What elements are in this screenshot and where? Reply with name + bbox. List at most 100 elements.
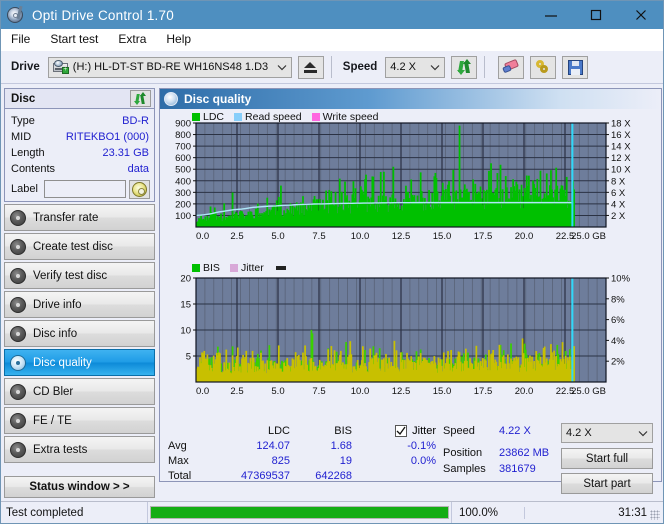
legend-swatch xyxy=(234,113,243,121)
run-info-speed: Speed 4.22 X xyxy=(443,423,561,439)
stats-col-jitter: Jitter xyxy=(412,424,436,437)
bis-chart-canvas: 5 10 15 20 2% 4% 6% 8% 10% 0.0 2.5 5.0 7.5 10.0 12.5 15… xyxy=(180,274,630,398)
legend-drag-handle[interactable] xyxy=(274,266,286,270)
legend-entry-jitter: Jitter xyxy=(229,262,264,274)
svg-text:300: 300 xyxy=(175,188,191,199)
run-info-value: 23862 MB xyxy=(499,447,550,459)
disc-icon xyxy=(10,441,26,458)
sidebar-item-cd-bler[interactable]: CD Bler xyxy=(4,378,155,405)
sidebar-item-drive-info[interactable]: Drive info xyxy=(4,291,155,318)
disc-label-input[interactable] xyxy=(43,180,126,198)
keys-button[interactable] xyxy=(530,55,557,79)
test-speed-value: 4.2 X xyxy=(566,427,592,439)
minimize-icon[interactable] xyxy=(528,1,573,29)
stats-row-avg: Avg 124.07 1.68 -0.1% xyxy=(168,438,443,453)
disc-refresh-button[interactable] xyxy=(130,90,151,107)
sidebar-item-fe-te[interactable]: FE / TE xyxy=(4,407,155,434)
disc-row-mid: MID RITEKBO1 (000) xyxy=(5,129,154,145)
resize-grip-icon[interactable] xyxy=(650,510,660,520)
disc-icon xyxy=(10,383,26,400)
run-info-position: Position 23862 MB xyxy=(443,445,561,461)
speed-select[interactable]: 4.2 X xyxy=(385,56,446,78)
disc-icon xyxy=(10,354,26,371)
svg-text:5.0: 5.0 xyxy=(271,386,284,397)
svg-text:25.0 GB: 25.0 GB xyxy=(571,386,606,397)
start-part-button[interactable]: Start part xyxy=(561,473,653,494)
stats-table: LDC BIS Jitter Avg 124.07 1.68 -0.1% Max… xyxy=(168,423,443,494)
legend-entry-ldc: LDC xyxy=(192,111,224,123)
stats-row-label: Max xyxy=(168,454,189,467)
jitter-checkbox[interactable] xyxy=(395,424,408,437)
svg-text:12.5: 12.5 xyxy=(392,386,411,397)
menu-item-start-test[interactable]: Start test xyxy=(50,30,107,49)
toolbar: Drive + (H:) HL-DT-ST BD-RE WH16NS48 1.D… xyxy=(1,51,663,84)
stats-row-total: Total 47369537 642268 xyxy=(168,468,443,483)
stats-row-max: Max 825 19 0.0% xyxy=(168,453,443,468)
legend-entry-bis: BIS xyxy=(192,262,220,274)
stats-value-ldc: 47369537 xyxy=(241,469,290,482)
eject-button[interactable] xyxy=(297,55,324,79)
drive-label: Drive xyxy=(11,61,40,73)
run-info-key: Samples xyxy=(443,463,486,475)
disc-icon xyxy=(10,267,26,284)
erase-button[interactable] xyxy=(498,55,525,79)
menu-item-file[interactable]: File xyxy=(11,30,39,49)
svg-text:4%: 4% xyxy=(611,336,625,347)
close-icon[interactable] xyxy=(618,1,663,29)
svg-text:900: 900 xyxy=(175,119,191,130)
toolbar-separator-2 xyxy=(484,56,486,78)
start-full-button[interactable]: Start full xyxy=(561,448,653,469)
menu-item-help[interactable]: Help xyxy=(166,30,200,49)
disc-key: Length xyxy=(11,147,45,159)
menu-item-extra[interactable]: Extra xyxy=(118,30,155,49)
svg-text:8 X: 8 X xyxy=(611,176,626,187)
svg-text:2 X: 2 X xyxy=(611,211,626,222)
disc-label-browse-button[interactable] xyxy=(129,179,150,199)
svg-text:6 X: 6 X xyxy=(611,188,626,199)
app-disc-pen-icon xyxy=(7,5,25,24)
save-button[interactable] xyxy=(562,55,589,79)
sidebar-item-disc-info[interactable]: Disc info xyxy=(4,320,155,347)
svg-text:800: 800 xyxy=(175,130,191,141)
cd-label-icon xyxy=(132,181,147,197)
disc-value: data xyxy=(127,163,149,175)
refresh-button[interactable] xyxy=(451,55,478,79)
content-panel: Disc quality LDC Read speed Write speed … xyxy=(158,84,663,494)
sidebar: Disc Type BD-R MID RITEKBO1 (000) Length… xyxy=(1,84,158,498)
svg-text:0.0: 0.0 xyxy=(196,231,209,242)
sidebar-item-verify-test-disc[interactable]: Verify test disc xyxy=(4,262,155,289)
stats-value-ldc: 124.07 xyxy=(256,439,290,452)
status-window-button[interactable]: Status window > > xyxy=(4,476,155,498)
jitter-toggle[interactable]: Jitter xyxy=(352,424,440,437)
svg-text:14 X: 14 X xyxy=(611,142,631,153)
svg-text:12 X: 12 X xyxy=(611,153,631,164)
maximize-icon[interactable] xyxy=(573,1,618,29)
sidebar-item-transfer-rate[interactable]: Transfer rate xyxy=(4,204,155,231)
disc-row-type: Type BD-R xyxy=(5,113,154,129)
svg-text:15: 15 xyxy=(180,300,191,311)
disc-key: Type xyxy=(11,115,35,127)
run-controls: 4.2 X Start full Start part xyxy=(561,423,653,494)
sidebar-item-create-test-disc[interactable]: Create test disc xyxy=(4,233,155,260)
svg-text:8%: 8% xyxy=(611,294,625,305)
svg-text:18 X: 18 X xyxy=(611,119,631,130)
ldc-chart: LDC Read speed Write speed 100 200 300 400 5… xyxy=(160,109,661,262)
svg-text:10.0: 10.0 xyxy=(351,386,370,397)
stats-row-label: Total xyxy=(168,469,192,482)
test-speed-select[interactable]: 4.2 X xyxy=(561,423,653,443)
stats-col-ldc: LDC xyxy=(267,424,290,437)
svg-text:100: 100 xyxy=(175,211,191,222)
legend-label: BIS xyxy=(203,262,220,274)
disc-key: MID xyxy=(11,131,32,143)
window-title: Opti Drive Control 1.70 xyxy=(32,7,174,23)
application-window: Opti Drive Control 1.70 File Start test … xyxy=(0,0,664,524)
sidebar-item-extra-tests[interactable]: Extra tests xyxy=(4,436,155,463)
disc-value: RITEKBO1 (000) xyxy=(65,131,149,143)
stats-header-row: LDC BIS Jitter xyxy=(168,423,443,438)
sidebar-item-disc-quality[interactable]: Disc quality xyxy=(4,349,155,376)
svg-text:7.5: 7.5 xyxy=(312,231,325,242)
chevron-down-icon xyxy=(426,58,444,77)
stats-area: LDC BIS Jitter Avg 124.07 1.68 -0.1% Max… xyxy=(160,417,661,494)
run-info-value: 381679 xyxy=(499,463,536,475)
drive-select[interactable]: + (H:) HL-DT-ST BD-RE WH16NS48 1.D3 xyxy=(47,56,292,78)
